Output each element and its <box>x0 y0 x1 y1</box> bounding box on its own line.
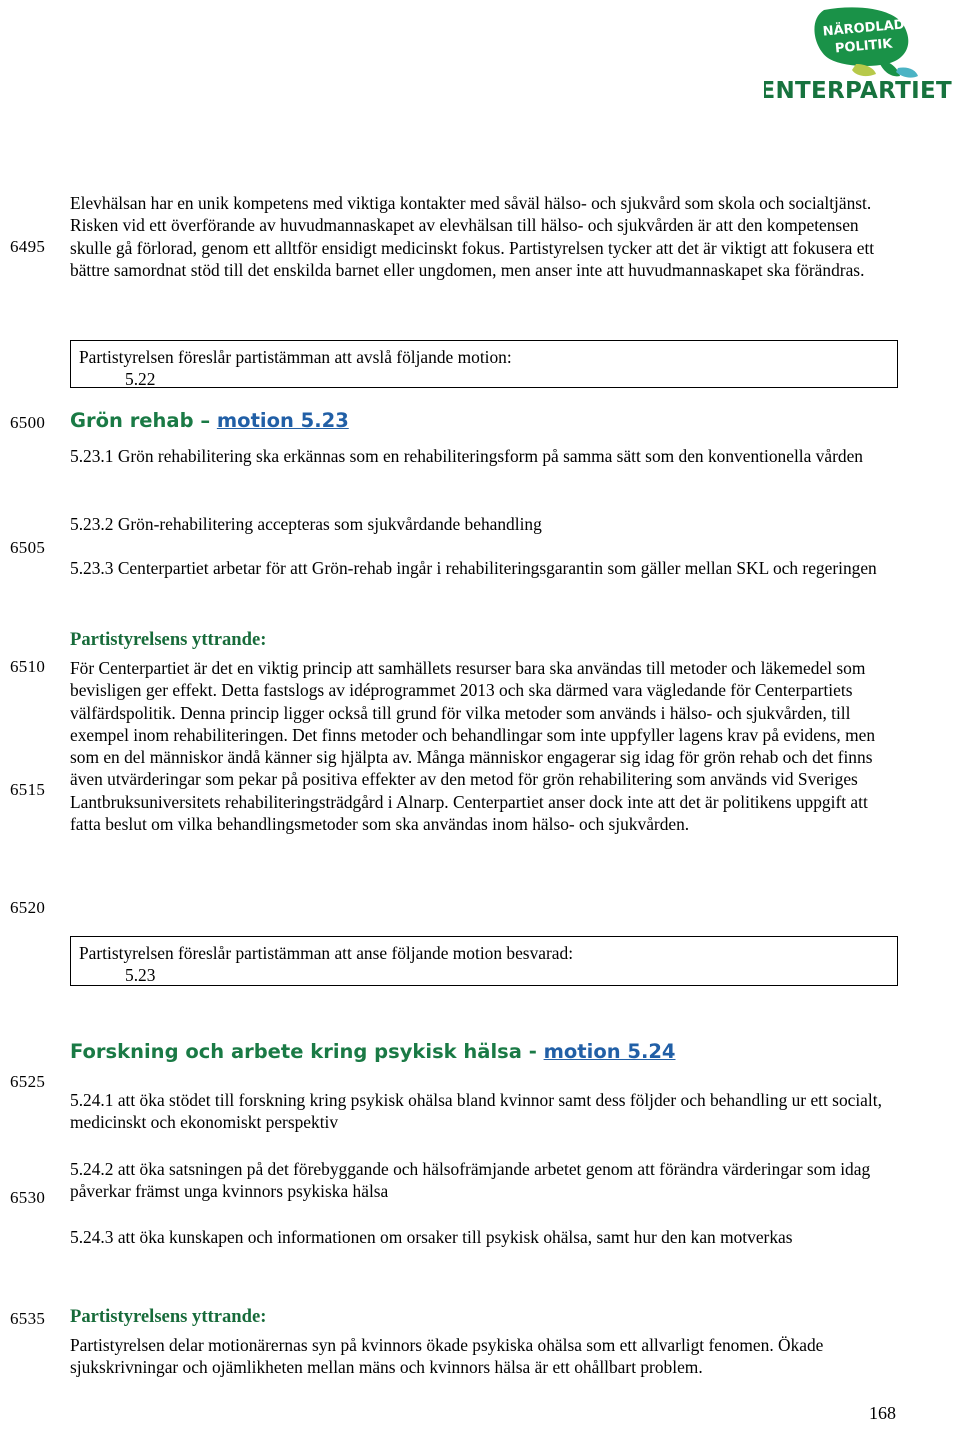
heading-gron-rehab: Grön rehab – motion 5.23 <box>70 409 349 433</box>
page-number: 168 <box>869 1403 896 1423</box>
yttrande-body-2: Partistyrelsen delar motionärernas syn p… <box>70 1335 824 1378</box>
proposal-box-5-22-motion: 5.22 <box>125 369 156 389</box>
proposal-box-5-22: Partistyrelsen föreslår partistämman att… <box>70 340 898 389</box>
yttrande-body-1: För Centerpartiet är det en viktig princ… <box>70 658 876 835</box>
motion-5-23-item-3-block: 5.23.3 Centerpartiet arbetar för att Grö… <box>70 557 898 579</box>
motion-5-24-item-2-block: 5.24.2 att öka satsningen på det förebyg… <box>70 1158 898 1203</box>
yttrande-body-1-block: För Centerpartiet är det en viktig princ… <box>70 657 898 835</box>
line-number-6515: 6515 <box>10 780 46 799</box>
line-number-6495: 6495 <box>10 237 46 256</box>
heading-psykisk-halsa: Forskning och arbete kring psykisk hälsa… <box>70 1040 676 1064</box>
yttrande-heading-1: Partistyrelsens yttrande: <box>70 629 267 650</box>
document-page: NÄRODLAD POLITIK CENTERPARTIET 6495 6500… <box>0 0 960 1440</box>
heading-gron-rehab-title: Grön rehab – <box>70 409 217 432</box>
proposal-box-5-23: Partistyrelsen föreslår partistämman att… <box>70 936 898 986</box>
motion-5-23-item-1-block: 5.23.1 Grön rehabilitering ska erkännas … <box>70 445 898 467</box>
line-number-6500: 6500 <box>10 413 46 432</box>
intro-paragraph: Elevhälsan har en unik kompetens med vik… <box>70 193 875 280</box>
line-number-6520: 6520 <box>10 898 46 917</box>
proposal-box-5-23-motion: 5.23 <box>125 965 156 985</box>
proposal-box-5-22-text: Partistyrelsen föreslår partistämman att… <box>79 347 512 367</box>
motion-5-23-item-3: 5.23.3 Centerpartiet arbetar för att Grö… <box>70 558 877 578</box>
logo-wordmark: CENTERPARTIET <box>764 78 952 104</box>
heading-gron-rehab-link[interactable]: motion 5.23 <box>217 409 349 432</box>
motion-5-24-item-2: 5.24.2 att öka satsningen på det förebyg… <box>70 1159 871 1202</box>
motion-5-23-item-2: 5.23.2 Grön-rehabilitering accepteras so… <box>70 514 542 534</box>
line-number-6505: 6505 <box>10 538 46 557</box>
yttrande-heading-2: Partistyrelsens yttrande: <box>70 1306 267 1327</box>
motion-5-23-item-1: 5.23.1 Grön rehabilitering ska erkännas … <box>70 446 863 466</box>
line-number-6530: 6530 <box>10 1188 46 1207</box>
motion-5-24-item-3: 5.24.3 att öka kunskapen och information… <box>70 1227 793 1247</box>
motion-5-24-item-1-block: 5.24.1 att öka stödet till forskning kri… <box>70 1089 898 1134</box>
centerpartiet-logo: NÄRODLAD POLITIK CENTERPARTIET <box>764 6 954 106</box>
motion-5-24-item-3-block: 5.24.3 att öka kunskapen och information… <box>70 1226 898 1248</box>
proposal-box-5-23-text: Partistyrelsen föreslår partistämman att… <box>79 943 574 963</box>
heading-psykisk-halsa-title: Forskning och arbete kring psykisk hälsa… <box>70 1040 544 1063</box>
motion-5-23-item-2-block: 5.23.2 Grön-rehabilitering accepteras so… <box>70 513 898 535</box>
line-number-6525: 6525 <box>10 1072 46 1091</box>
heading-psykisk-halsa-link[interactable]: motion 5.24 <box>544 1040 676 1063</box>
yttrande-body-2-block: Partistyrelsen delar motionärernas syn p… <box>70 1334 898 1379</box>
line-number-6535: 6535 <box>10 1309 46 1328</box>
line-number-6510: 6510 <box>10 657 46 676</box>
motion-5-24-item-1: 5.24.1 att öka stödet till forskning kri… <box>70 1090 882 1133</box>
intro-paragraph-block: Elevhälsan har en unik kompetens med vik… <box>70 192 898 281</box>
